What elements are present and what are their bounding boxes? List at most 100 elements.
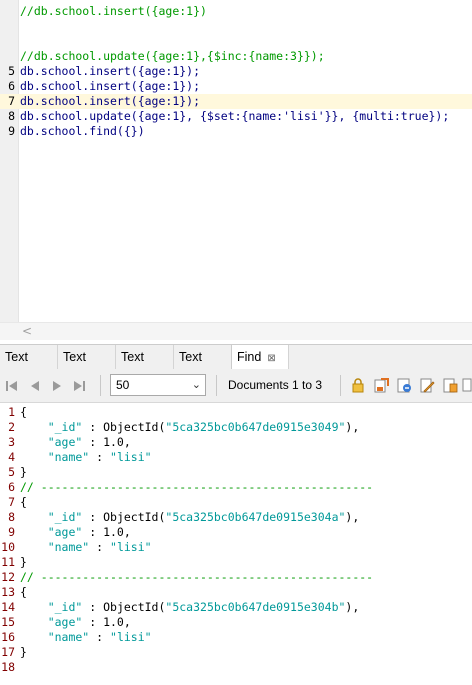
result-token: ), [345,510,360,524]
editor-line-text: //db.school.insert({age:1}) [20,4,207,18]
tab-label: Text [5,350,28,364]
result-token: : 1.0, [82,615,131,629]
result-token: : [89,630,111,644]
editor-line[interactable]: 8 db.school.update({age:1}, {$set:{name:'… [0,109,472,124]
line-number: 3 [8,435,15,449]
editor-line[interactable]: 9 db.school.find({}) [0,124,472,139]
result-token: "lisi" [110,450,152,464]
editor-line[interactable]: //db.school.update({age:1},{$inc:{name:3… [0,49,472,64]
editor-code[interactable]: //db.school.insert({age:1}) //db.school.u… [0,4,472,139]
result-token: "name" [20,450,90,464]
result-token: "_id" [20,420,83,434]
editor-line[interactable]: 7 db.school.insert({age:1}); [0,94,472,109]
editor-line[interactable]: //db.school.insert({age:1}) [0,4,472,19]
tab-text-4[interactable]: Text [174,345,232,369]
scroll-left-arrow-icon[interactable]: < [22,323,32,340]
documents-count: Documents 1 to 3 [228,378,323,392]
line-number: 2 [8,420,15,434]
chevron-down-icon: ⌄ [191,379,201,391]
line-number: 10 [1,540,15,554]
editor-line-text: db.school.find({}) [20,124,145,138]
result-line: 14 "_id" : ObjectId("5ca325bc0b647de0915… [0,600,472,615]
result-token: ObjectId( [103,510,166,524]
toolbar-divider [340,375,341,396]
line-number: 17 [1,645,15,659]
result-line: 11} [0,555,472,570]
result-token: : 1.0, [82,525,131,539]
result-line: 15 "age" : 1.0, [0,615,472,630]
result-token: : [82,420,104,434]
page-size-select[interactable]: 50 ⌄ [110,374,206,396]
result-token: "name" [20,540,90,554]
result-token: // -------------------------------------… [20,570,374,584]
result-token: } [20,645,27,659]
tab-text-2[interactable]: Text [58,345,116,369]
line-number: 8 [8,109,15,123]
first-page-icon[interactable] [5,378,19,394]
line-number: 9 [8,525,15,539]
prev-page-icon[interactable] [28,378,42,394]
lock-icon[interactable] [350,377,366,393]
result-token: { [20,585,27,599]
result-line: 2 "_id" : ObjectId("5ca325bc0b647de0915e… [0,420,472,435]
result-token: "age" [20,525,83,539]
result-token: "5ca325bc0b647de0915e304a" [165,510,346,524]
line-number: 1 [8,405,15,419]
line-number: 7 [8,495,15,509]
result-token: ObjectId( [103,600,166,614]
results-panel[interactable]: 1{2 "_id" : ObjectId("5ca325bc0b647de091… [0,403,472,685]
result-token: "_id" [20,510,83,524]
result-token: "lisi" [110,540,152,554]
result-token: : [89,450,111,464]
editor-horizontal-scrollbar[interactable]: < [0,322,472,340]
result-token: "5ca325bc0b647de0915e304b" [165,600,346,614]
view-icon[interactable] [442,377,458,393]
tab-text-1[interactable]: Text [0,345,58,369]
result-line: 9 "age" : 1.0, [0,525,472,540]
last-page-icon[interactable] [72,378,86,394]
grid-icon[interactable] [462,377,472,393]
tab-find[interactable]: Find ⊠ [231,345,289,370]
result-token: ), [345,600,360,614]
query-editor[interactable]: //db.school.insert({age:1}) //db.school.u… [0,0,472,322]
result-token: } [20,465,27,479]
tab-close-icon[interactable]: ⊠ [267,353,275,364]
result-token: : [82,510,104,524]
result-token: { [20,495,27,509]
editor-line-text: db.school.update({age:1}, {$set:{name:'l… [20,109,450,123]
line-number: 8 [8,510,15,524]
next-page-icon[interactable] [50,378,64,394]
editor-line[interactable] [0,19,472,34]
result-line: 3 "age" : 1.0, [0,435,472,450]
line-number: 12 [1,570,15,584]
editor-line[interactable] [0,34,472,49]
edit-icon[interactable] [419,377,435,393]
editor-line-text: db.school.insert({age:1}); [20,79,201,93]
result-line: 1{ [0,405,472,420]
tab-label: Text [179,350,202,364]
result-line: 16 "name" : "lisi" [0,630,472,645]
line-number: 11 [1,555,15,569]
result-token: // -------------------------------------… [20,480,374,494]
export-icon[interactable] [373,377,389,393]
result-token: : 1.0, [82,435,131,449]
result-line: 12 // -----------------------------------… [0,570,472,585]
line-number: 18 [1,660,15,674]
line-number: 13 [1,585,15,599]
result-line: 7{ [0,495,472,510]
results-code: 1{2 "_id" : ObjectId("5ca325bc0b647de091… [0,405,472,675]
result-token: ), [345,420,360,434]
editor-line-text: //db.school.update({age:1},{$inc:{name:3… [20,49,325,63]
line-number: 7 [8,94,15,108]
results-toolbar: 50 ⌄ Documents 1 to 3 [0,369,472,403]
tab-text-3[interactable]: Text [116,345,174,369]
editor-line[interactable]: 5 db.school.insert({age:1}); [0,64,472,79]
editor-line-text: db.school.insert({age:1}); [20,94,201,108]
editor-line[interactable]: 6 db.school.insert({age:1}); [0,79,472,94]
result-token: : [89,540,111,554]
line-number: 6 [8,79,15,93]
import-icon[interactable] [396,377,412,393]
line-number: 4 [8,450,15,464]
result-token: "age" [20,615,83,629]
result-token: "lisi" [110,630,152,644]
